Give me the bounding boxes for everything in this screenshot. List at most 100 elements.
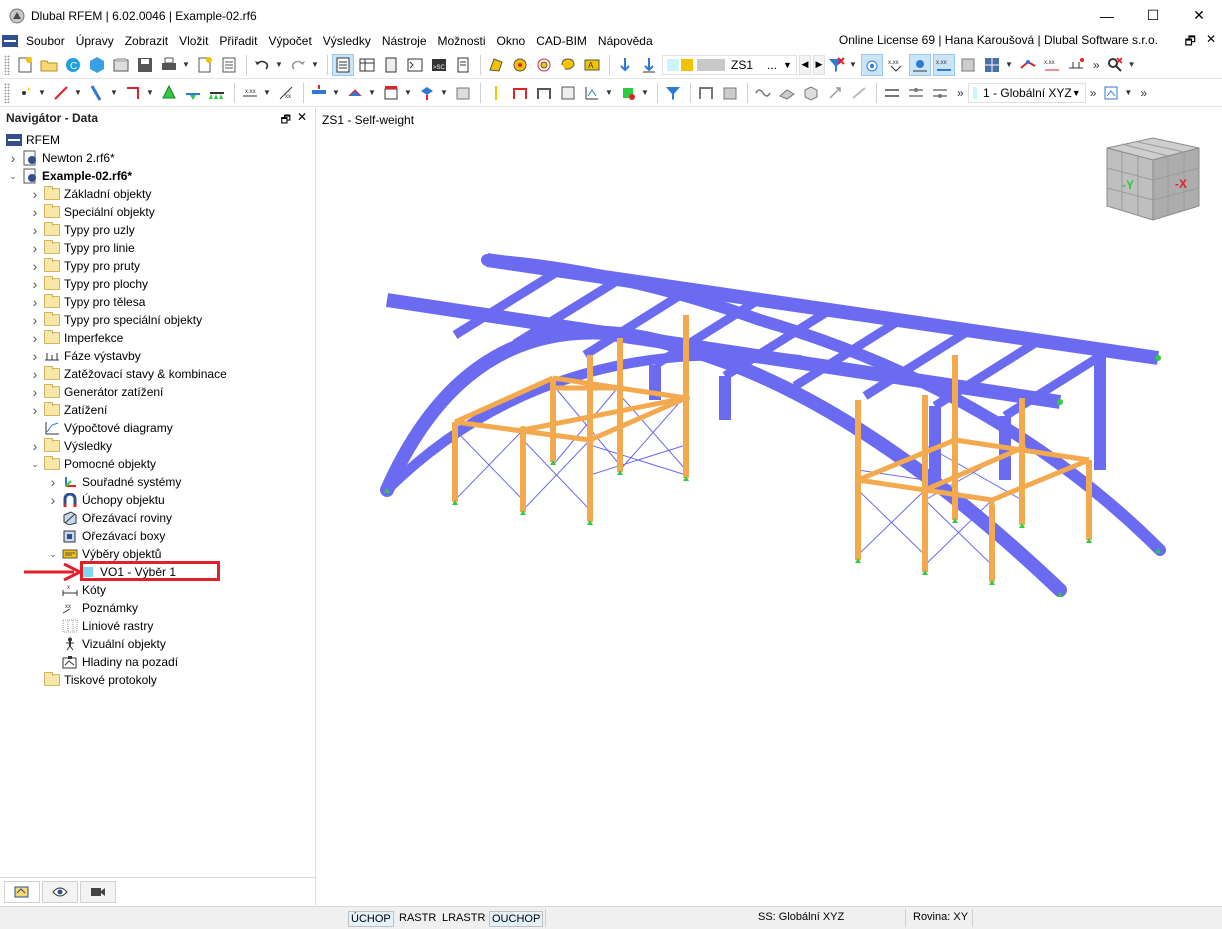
tree-item[interactable]: › Typy pro tělesa bbox=[0, 293, 316, 311]
mirror-icon[interactable] bbox=[929, 82, 951, 104]
navigator-display-tab[interactable] bbox=[42, 880, 78, 903]
chevron-right-icon[interactable]: › bbox=[30, 330, 40, 346]
menu-priradit[interactable]: Přiřadit bbox=[219, 34, 265, 48]
tree-item[interactable]: Ořezávací boxy bbox=[0, 527, 316, 545]
arrows-icon[interactable] bbox=[824, 82, 846, 104]
toolbar-more-3[interactable]: » bbox=[1090, 86, 1097, 100]
chevron-right-icon[interactable]: › bbox=[30, 186, 40, 202]
tree-item[interactable]: Tiskové protokoly bbox=[0, 671, 316, 689]
wave-icon[interactable] bbox=[752, 82, 774, 104]
load-member-dropdown-icon[interactable]: ▼ bbox=[368, 82, 376, 104]
surface-icon[interactable] bbox=[122, 82, 144, 104]
line-support-icon[interactable] bbox=[206, 82, 228, 104]
section-icon[interactable] bbox=[1065, 54, 1087, 76]
chevron-right-icon[interactable]: › bbox=[30, 312, 40, 328]
design-icon[interactable] bbox=[557, 82, 579, 104]
chevron-right-icon[interactable]: › bbox=[30, 240, 40, 256]
target-icon[interactable] bbox=[533, 54, 555, 76]
chevron-right-icon[interactable]: › bbox=[30, 348, 40, 364]
cloud-icon[interactable]: C bbox=[62, 54, 84, 76]
chevron-right-icon[interactable]: › bbox=[48, 474, 58, 490]
chevron-right-icon[interactable]: › bbox=[30, 294, 40, 310]
hinge-support-icon[interactable] bbox=[182, 82, 204, 104]
frame-fill-icon[interactable] bbox=[719, 82, 741, 104]
imperfection-icon[interactable] bbox=[485, 82, 507, 104]
result-line-icon[interactable] bbox=[1017, 54, 1039, 76]
load-dropdown-icon[interactable]: ▼ bbox=[332, 82, 340, 104]
render-mode-icon[interactable] bbox=[957, 54, 979, 76]
chevron-right-icon[interactable]: › bbox=[30, 276, 40, 292]
toolbar-more-2[interactable]: » bbox=[957, 86, 964, 100]
load-surface-icon[interactable] bbox=[380, 82, 402, 104]
surface-dropdown-icon[interactable]: ▼ bbox=[146, 82, 154, 104]
script-icon[interactable]: >SC bbox=[428, 54, 450, 76]
node-icon[interactable] bbox=[14, 82, 36, 104]
save-icon[interactable] bbox=[134, 54, 156, 76]
tree-item[interactable]: › Fáze výstavby bbox=[0, 347, 316, 365]
chevron-right-icon[interactable]: › bbox=[30, 258, 40, 274]
search-dropdown-icon[interactable]: ▼ bbox=[1128, 54, 1136, 76]
status-grid-toggle[interactable]: RASTR bbox=[397, 911, 438, 925]
redo-dropdown-icon[interactable]: ▼ bbox=[311, 54, 319, 76]
plane-icon[interactable] bbox=[776, 82, 798, 104]
dimension-x-icon[interactable]: x.xx bbox=[239, 82, 261, 104]
tree-item[interactable]: › Generátor zatížení bbox=[0, 383, 316, 401]
load-solid-dropdown-icon[interactable]: ▼ bbox=[440, 82, 448, 104]
align-icon[interactable] bbox=[881, 82, 903, 104]
printout-report-icon[interactable] bbox=[194, 54, 216, 76]
coordinate-icon[interactable]: xx bbox=[275, 82, 297, 104]
status-line-grid-toggle[interactable]: LRASTR bbox=[440, 911, 487, 925]
toolbar-more-1[interactable]: » bbox=[1093, 58, 1100, 72]
chevron-right-icon[interactable]: › bbox=[30, 384, 40, 400]
display-dropdown-icon[interactable]: ▼ bbox=[1005, 54, 1013, 76]
line-icon[interactable] bbox=[50, 82, 72, 104]
dimension-dropdown-icon[interactable]: ▼ bbox=[263, 82, 271, 104]
print-icon[interactable] bbox=[158, 54, 180, 76]
tree-item[interactable]: Ořezávací roviny bbox=[0, 509, 316, 527]
tree-item[interactable]: › Výsledky bbox=[0, 437, 316, 455]
undo-icon[interactable] bbox=[251, 54, 273, 76]
mdi-restore-button[interactable]: 🗗 bbox=[1185, 32, 1196, 53]
load-case-next-icon[interactable] bbox=[638, 54, 660, 76]
tree-item[interactable]: › Imperfekce bbox=[0, 329, 316, 347]
tree-item[interactable]: Liniové rastry bbox=[0, 617, 316, 635]
webservice-icon[interactable] bbox=[86, 54, 108, 76]
model-select-icon[interactable] bbox=[485, 54, 507, 76]
tree-item[interactable]: › Souřadné systémy bbox=[0, 473, 316, 491]
tree-item[interactable]: ⌄ Pomocné objekty bbox=[0, 455, 316, 473]
chevron-down-icon[interactable]: ⌄ bbox=[48, 549, 58, 560]
tree-item[interactable]: › Newton 2.rf6* bbox=[0, 149, 316, 167]
navigator-close-button[interactable]: ✕ bbox=[297, 110, 307, 124]
close-window-button[interactable]: ✕ bbox=[1176, 0, 1222, 31]
toolbar-grip[interactable] bbox=[4, 54, 10, 75]
tree-item[interactable]: xx Poznámky bbox=[0, 599, 316, 617]
hinge-icon[interactable] bbox=[509, 54, 531, 76]
maximize-button[interactable]: ☐ bbox=[1130, 0, 1176, 31]
result-section-icon[interactable] bbox=[533, 82, 555, 104]
tree-item[interactable]: › Základní objekty bbox=[0, 185, 316, 203]
load-case-dropdown[interactable]: ZS1 ... ▼ bbox=[662, 54, 797, 75]
coordinate-system-dropdown[interactable]: 1 - Globální XYZ ▼ bbox=[967, 82, 1086, 103]
distribute-icon[interactable] bbox=[905, 82, 927, 104]
view-settings-dropdown-icon[interactable]: ▼ bbox=[1124, 82, 1132, 104]
status-object-snap-toggle[interactable]: OUCHOP bbox=[489, 911, 544, 927]
tree-root[interactable]: RFEM bbox=[0, 131, 316, 149]
tree-item[interactable]: Výpočtové diagramy bbox=[0, 419, 316, 437]
status-coordinate-system[interactable]: SS: Globální XYZ bbox=[758, 911, 844, 923]
tree-item[interactable]: › Typy pro uzly bbox=[0, 221, 316, 239]
view-filter-icon[interactable] bbox=[662, 82, 684, 104]
member-icon[interactable] bbox=[86, 82, 108, 104]
report-icon[interactable] bbox=[218, 54, 240, 76]
result-values-icon[interactable]: x.xx bbox=[885, 54, 907, 76]
tree-item[interactable]: › Speciální objekty bbox=[0, 203, 316, 221]
new-model-icon[interactable] bbox=[14, 54, 36, 76]
undo-dropdown-icon[interactable]: ▼ bbox=[275, 54, 283, 76]
menu-vlozit[interactable]: Vložit bbox=[179, 34, 216, 48]
result-member-icon[interactable] bbox=[509, 82, 531, 104]
tree-item[interactable]: › Zatěžovací stavy & kombinace bbox=[0, 365, 316, 383]
chevron-right-icon[interactable]: › bbox=[8, 150, 18, 166]
load-solid-icon[interactable] bbox=[416, 82, 438, 104]
chevron-down-icon[interactable]: ⌄ bbox=[8, 171, 18, 182]
console-icon[interactable] bbox=[404, 54, 426, 76]
toolbar-more-4[interactable]: » bbox=[1140, 86, 1147, 100]
